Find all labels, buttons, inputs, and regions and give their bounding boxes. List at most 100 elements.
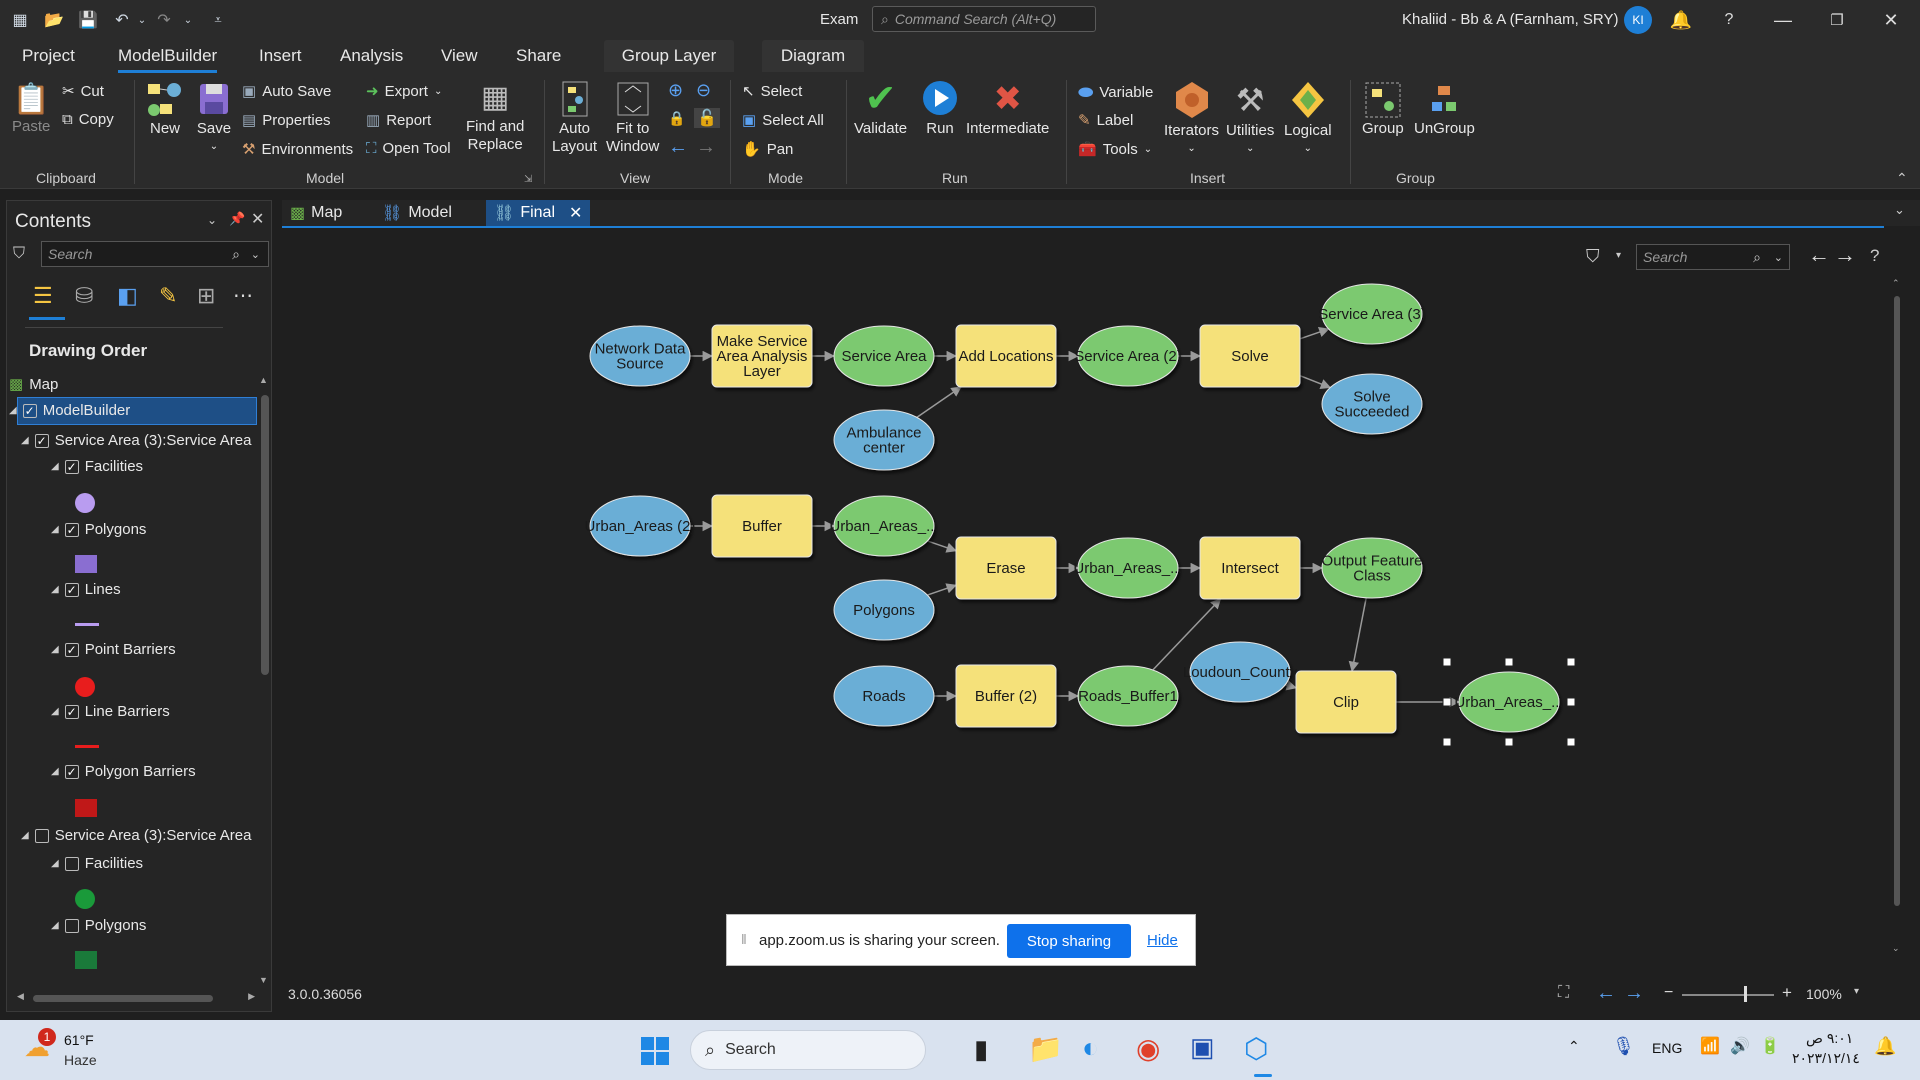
collapse-ribbon-icon[interactable]: ⌃ (1896, 170, 1908, 187)
tree-item-lines[interactable]: ◢ ✓ Lines (51, 581, 121, 598)
selection-handle[interactable] (1442, 737, 1452, 747)
tree-item-polygon-barriers[interactable]: ◢ ✓ Polygon Barriers (51, 763, 196, 780)
validate-button[interactable]: ✔ Validate (854, 78, 907, 138)
export-button[interactable]: ➜ Export ⌄ (366, 82, 442, 101)
find-and-replace-button[interactable]: ▦ Find and Replace (466, 78, 524, 154)
layer-checkbox[interactable] (64, 918, 79, 933)
expand-icon[interactable]: ◢ (51, 766, 59, 777)
taskbar-search[interactable]: ⌕ Search (690, 1030, 926, 1070)
clock-time[interactable]: ٩:٠١ ص (1806, 1030, 1853, 1047)
tab-model-view[interactable]: ⛓ Model (374, 200, 460, 226)
polygons-2-fill-symbol[interactable] (75, 951, 97, 969)
zoom-dropdown-icon[interactable]: ▾ (1854, 986, 1859, 997)
pan-button[interactable]: ✋ Pan (742, 140, 793, 159)
input-variable-n1[interactable]: Network DataSource (589, 325, 691, 387)
canvas-help-icon[interactable]: ? (1870, 246, 1879, 266)
line-barriers-symbol[interactable] (75, 745, 99, 748)
input-variable-n8[interactable]: SolveSucceeded (1321, 373, 1423, 435)
model-diagram[interactable]: Network DataSource Make ServiceArea Analy… (282, 228, 1842, 958)
minimize-button[interactable]: — (1768, 6, 1798, 34)
selection-handle[interactable] (1566, 737, 1576, 747)
expand-icon[interactable]: ◢ (51, 584, 59, 595)
tab-share[interactable]: Share (516, 46, 561, 66)
tree-item-polygons[interactable]: ◢ ✓ Polygons (51, 521, 146, 538)
connector-n16-n22[interactable] (1348, 597, 1367, 673)
environments-button[interactable]: ⚒ Environments (242, 140, 353, 159)
label-button[interactable]: ✎ Label (1078, 111, 1133, 130)
command-search-input[interactable]: ⌕ Command Search (Alt+Q) (872, 6, 1096, 32)
wifi-icon[interactable]: 📶 (1700, 1036, 1720, 1056)
pin-icon[interactable]: 📌 (229, 211, 245, 227)
layer-checkbox[interactable]: ✓ (64, 704, 79, 719)
file-explorer-icon[interactable]: 📁 (1028, 1032, 1063, 1065)
tool-node-n19[interactable]: Buffer (2) (955, 664, 1057, 728)
edge-icon[interactable]: ◐ (1082, 1032, 1099, 1064)
output-variable-n3[interactable]: Service Area (833, 325, 935, 387)
run-button[interactable]: Run (920, 78, 960, 138)
connector-n6-n8[interactable] (1299, 374, 1332, 389)
tool-node-n15[interactable]: Intersect (1199, 536, 1301, 600)
tree-item-facilities-2[interactable]: ◢ Facilities (51, 855, 143, 872)
previous-extent-icon[interactable]: ← (668, 136, 688, 159)
hide-button[interactable]: Hide (1147, 932, 1178, 949)
expand-icon[interactable]: ◢ (51, 706, 59, 717)
expand-icon[interactable]: ◢ (51, 644, 59, 655)
redo-icon[interactable]: ↷ (152, 8, 176, 32)
task-view-icon[interactable]: ▮ (974, 1034, 988, 1065)
facilities-2-point-symbol[interactable] (75, 889, 95, 909)
horizontal-scrollbar[interactable]: ◀ ▶ (13, 991, 255, 1005)
ungroup-button[interactable]: UnGroup (1414, 80, 1475, 138)
battery-icon[interactable]: 🔋 (1760, 1036, 1780, 1056)
notifications-icon[interactable]: 🔔 (1874, 1036, 1896, 1057)
group-button[interactable]: Group (1362, 80, 1404, 138)
layer-checkbox[interactable]: ✓ (64, 459, 79, 474)
volume-icon[interactable]: 🔊 (1730, 1036, 1750, 1056)
copy-button[interactable]: ⧉ Copy (62, 111, 114, 128)
connector-n17-n13[interactable] (927, 583, 957, 596)
drawing-order-icon[interactable]: ☰ (33, 283, 53, 309)
close-pane-icon[interactable]: ✕ (251, 209, 264, 229)
store-icon[interactable]: ▣ (1190, 1032, 1215, 1063)
tool-node-n11[interactable]: Buffer (711, 494, 813, 558)
expand-icon[interactable]: ◢ (21, 435, 29, 446)
full-extent-icon[interactable]: ⛶ (1558, 984, 1569, 1002)
select-button[interactable]: ↖ Select (742, 82, 802, 101)
layer-checkbox[interactable]: ✓ (64, 522, 79, 537)
tree-item-map[interactable]: ▩ Map (9, 375, 58, 394)
zoom-level[interactable]: 100% (1806, 986, 1842, 1002)
microphone-icon[interactable]: 🎙 (1612, 1036, 1635, 1057)
zoom-in-icon[interactable]: ⊕ (668, 80, 683, 101)
tabs-overflow-icon[interactable]: ⌄ (1894, 202, 1905, 218)
tree-item-service-area-group[interactable]: ◢ ✓ Service Area (3):Service Area (21, 432, 251, 449)
tree-item-facilities[interactable]: ◢ ✓ Facilities (51, 458, 143, 475)
weather-condition[interactable]: Haze (64, 1052, 97, 1068)
selection-handle[interactable] (1566, 697, 1576, 707)
tools-button[interactable]: 🧰 Tools ⌄ (1078, 140, 1152, 159)
more-options-icon[interactable]: ⋯ (233, 283, 253, 308)
lines-line-symbol[interactable] (75, 623, 99, 626)
layer-checkbox[interactable]: ✓ (22, 403, 37, 418)
model-launcher-icon[interactable]: ⇲ (524, 174, 532, 185)
zoom-out-icon[interactable]: ⊖ (696, 80, 711, 101)
snapping-icon[interactable]: ⊞ (197, 283, 215, 309)
tree-item-polygons-2[interactable]: ◢ Polygons (51, 917, 146, 934)
tab-map-view[interactable]: ▩ Map (282, 200, 350, 226)
auto-save-toggle[interactable]: ▣ Auto Save (242, 82, 331, 101)
model-canvas[interactable]: ⛉ ▾ Search ⌕ ⌄ ← → ? Network Data Source M… (282, 226, 1900, 960)
tab-diagram[interactable]: Diagram (762, 40, 864, 72)
tab-view[interactable]: View (441, 46, 478, 66)
layer-checkbox[interactable]: ✓ (64, 764, 79, 779)
point-barriers-symbol[interactable] (75, 677, 95, 697)
editing-icon[interactable]: ✎ (159, 283, 177, 309)
canvas-vertical-scrollbar[interactable]: ⌃ ⌄ (1890, 278, 1904, 962)
input-variable-n18[interactable]: Roads (833, 665, 935, 727)
tab-insert[interactable]: Insert (259, 46, 302, 66)
contents-search-input[interactable]: Search ⌕ ⌄ (41, 241, 269, 267)
layer-checkbox[interactable]: ✓ (34, 433, 49, 448)
tree-item-service-area-group-2[interactable]: ◢ Service Area (3):Service Area (21, 827, 251, 844)
expand-icon[interactable]: ◢ (21, 830, 29, 841)
intermediate-button[interactable]: ✖ Intermediate (966, 78, 1049, 138)
output-variable-n7[interactable]: Service Area (3) (1318, 283, 1426, 345)
drag-handle-icon[interactable]: ‖ (741, 931, 747, 947)
zoom-slider-track[interactable] (1682, 994, 1774, 996)
